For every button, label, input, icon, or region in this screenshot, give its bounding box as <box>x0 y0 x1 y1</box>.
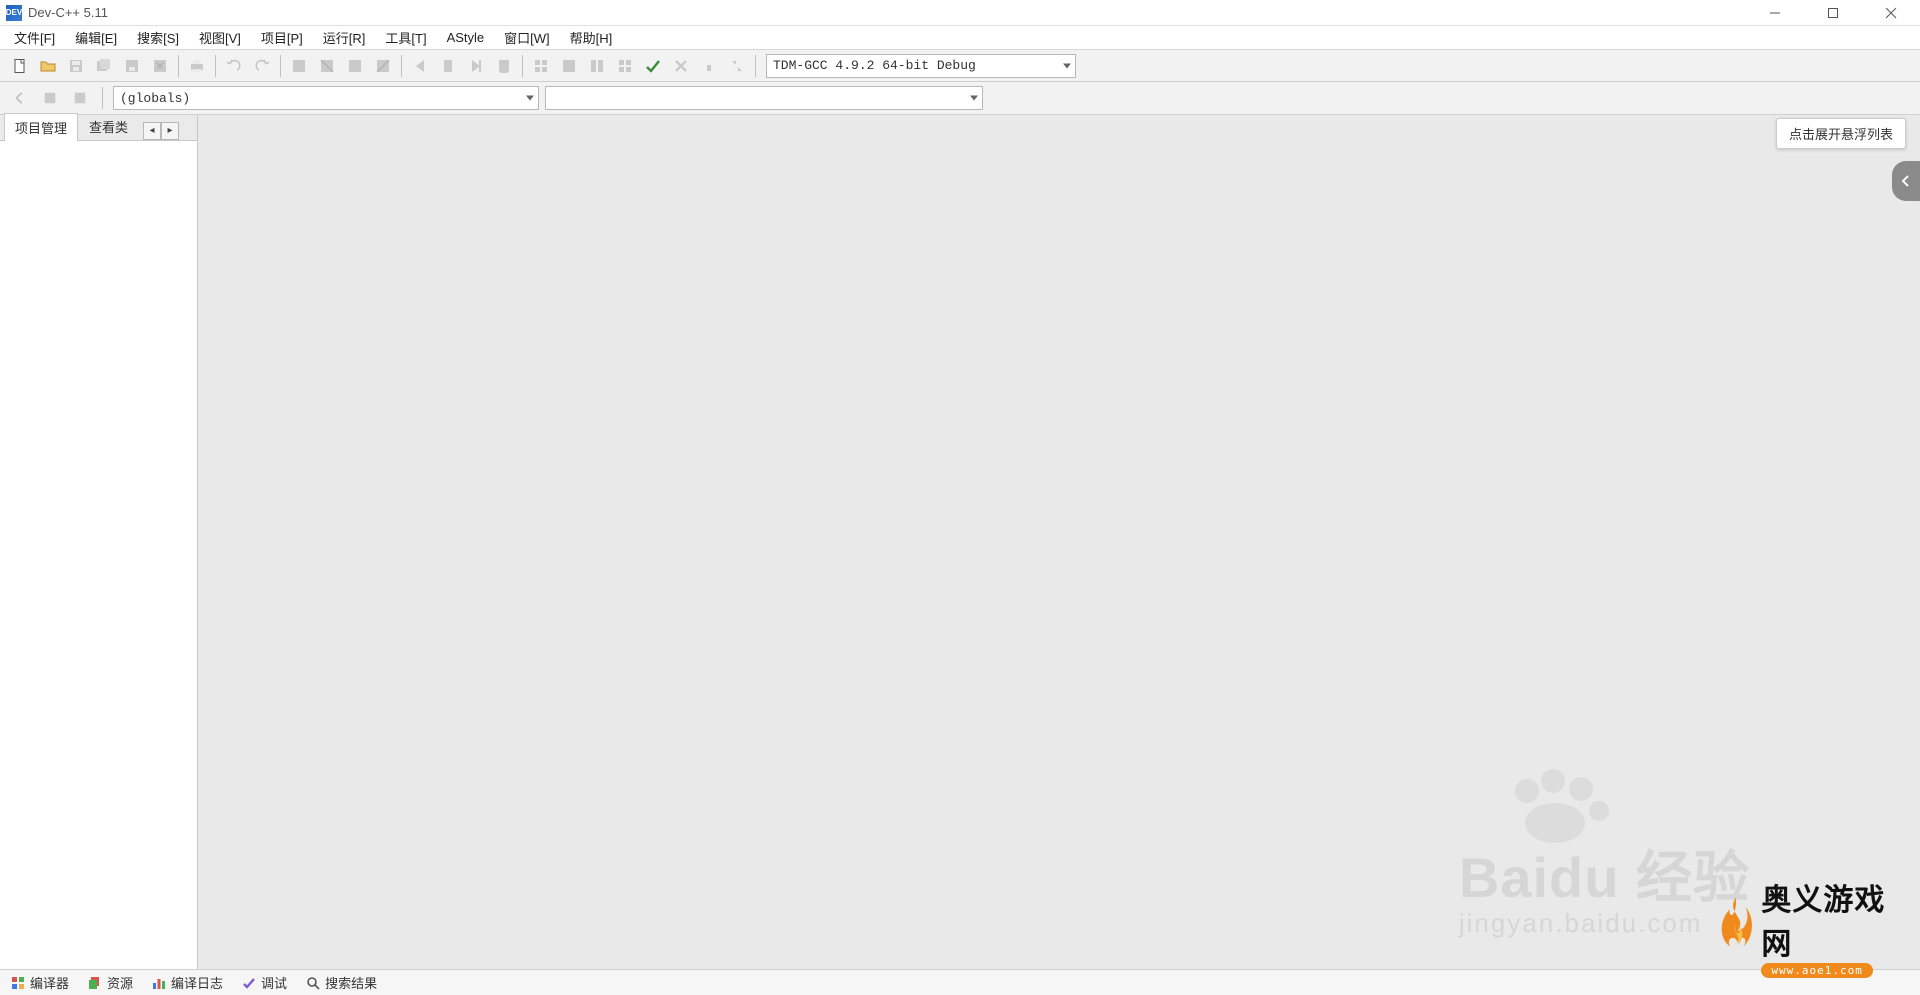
flame-icon <box>1716 895 1755 957</box>
tab-scroll-right-button[interactable]: ▸ <box>161 122 179 140</box>
compiler-combo-value: TDM-GCC 4.9.2 64-bit Debug <box>773 58 976 73</box>
print-button[interactable] <box>184 53 210 79</box>
profile-button[interactable] <box>696 53 722 79</box>
editor-area[interactable] <box>198 115 1920 969</box>
maximize-button[interactable] <box>1804 0 1862 26</box>
bar-chart-icon <box>151 975 166 990</box>
find-next-button[interactable] <box>342 53 368 79</box>
toolbar-separator <box>215 55 216 77</box>
bookmark-clear-button[interactable] <box>491 53 517 79</box>
minimize-button[interactable] <box>1746 0 1804 26</box>
compile-run-button[interactable] <box>584 53 610 79</box>
site-logo: 奥义游戏网 www.aoe1.com <box>1716 887 1914 965</box>
open-file-button[interactable] <box>35 53 61 79</box>
menu-help[interactable]: 帮助[H] <box>560 25 623 50</box>
toolbar-navigation: (globals) <box>0 82 1920 115</box>
status-tab-compiler[interactable]: 编译器 <box>6 971 73 994</box>
scope-combo-value: (globals) <box>120 91 190 106</box>
goto-line-button[interactable] <box>370 53 396 79</box>
bookmark-next-button[interactable] <box>463 53 489 79</box>
floating-hint-popup[interactable]: 点击展开悬浮列表 <box>1776 118 1906 149</box>
toolbar-separator <box>401 55 402 77</box>
toolbar-separator <box>522 55 523 77</box>
copy-icon <box>87 975 102 990</box>
menu-edit[interactable]: 编辑[E] <box>65 25 127 50</box>
toolbar-separator <box>102 87 103 109</box>
menu-run[interactable]: 运行[R] <box>313 25 376 50</box>
toolbar-separator <box>755 55 756 77</box>
tab-project-manager[interactable]: 项目管理 <box>4 113 78 141</box>
site-logo-cn: 奥义游戏网 <box>1761 875 1914 963</box>
bookmark-prev-button[interactable] <box>407 53 433 79</box>
chevron-down-icon <box>526 96 534 101</box>
find-button[interactable] <box>286 53 312 79</box>
check-icon <box>241 975 256 990</box>
tab-scroll-left-button[interactable]: ◂ <box>143 122 161 140</box>
scope-combo[interactable]: (globals) <box>113 86 539 110</box>
main-area: 项目管理 查看类 ◂ ▸ 点击展开悬浮列表 Baidu 经验 jingyan.b… <box>0 115 1920 969</box>
grid-icon <box>10 975 25 990</box>
status-tab-label: 调试 <box>261 973 287 992</box>
close-button[interactable] <box>1862 0 1920 26</box>
save-all-button[interactable] <box>91 53 117 79</box>
run-button[interactable] <box>556 53 582 79</box>
menubar: 文件[F] 编辑[E] 搜索[S] 视图[V] 项目[P] 运行[R] 工具[T… <box>0 26 1920 50</box>
menu-window[interactable]: 窗口[W] <box>494 25 560 50</box>
menu-view[interactable]: 视图[V] <box>189 25 251 50</box>
menu-tools[interactable]: 工具[T] <box>375 25 436 50</box>
status-tab-label: 编译器 <box>30 973 69 992</box>
bookmark-toggle-button[interactable] <box>435 53 461 79</box>
replace-button[interactable] <box>314 53 340 79</box>
clean-button[interactable] <box>724 53 750 79</box>
members-combo[interactable] <box>545 86 983 110</box>
window-controls <box>1746 0 1920 26</box>
rebuild-button[interactable] <box>612 53 638 79</box>
save-as-button[interactable] <box>119 53 145 79</box>
nav-new-button[interactable] <box>38 86 62 110</box>
toolbar-separator <box>280 55 281 77</box>
save-button[interactable] <box>63 53 89 79</box>
stop-button[interactable] <box>668 53 694 79</box>
titlebar: DEV Dev-C++ 5.11 <box>0 0 1920 26</box>
debug-button[interactable] <box>640 53 666 79</box>
tab-class-view[interactable]: 查看类 <box>78 112 139 140</box>
compiler-combo[interactable]: TDM-GCC 4.9.2 64-bit Debug <box>766 54 1076 78</box>
undo-button[interactable] <box>221 53 247 79</box>
status-tab-resources[interactable]: 资源 <box>83 971 137 994</box>
compile-button[interactable] <box>528 53 554 79</box>
toolbar-separator <box>178 55 179 77</box>
redo-button[interactable] <box>249 53 275 79</box>
menu-project[interactable]: 项目[P] <box>251 25 313 50</box>
status-tab-label: 资源 <box>107 973 133 992</box>
panel-tab-nav: ◂ ▸ <box>143 122 179 140</box>
status-tab-debug[interactable]: 调试 <box>237 971 291 994</box>
status-tabs: 编译器 资源 编译日志 调试 搜索结果 <box>0 969 1920 995</box>
site-logo-en: www.aoe1.com <box>1761 963 1872 978</box>
chevron-down-icon <box>970 96 978 101</box>
status-tab-search-results[interactable]: 搜索结果 <box>301 971 381 994</box>
menu-astyle[interactable]: AStyle <box>437 27 495 48</box>
left-panel: 项目管理 查看类 ◂ ▸ <box>0 115 198 969</box>
floating-panel-handle[interactable] <box>1892 161 1920 201</box>
close-file-button[interactable] <box>147 53 173 79</box>
window-title: Dev-C++ 5.11 <box>28 5 108 20</box>
new-file-button[interactable] <box>7 53 33 79</box>
toolbar-main: TDM-GCC 4.9.2 64-bit Debug <box>0 50 1920 82</box>
left-panel-tabs: 项目管理 查看类 ◂ ▸ <box>0 115 197 141</box>
status-tab-label: 搜索结果 <box>325 973 377 992</box>
nav-back-button[interactable] <box>8 86 32 110</box>
nav-forward-button[interactable] <box>68 86 92 110</box>
search-icon <box>305 975 320 990</box>
menu-search[interactable]: 搜索[S] <box>127 25 189 50</box>
status-tab-build-log[interactable]: 编译日志 <box>147 971 227 994</box>
status-tab-label: 编译日志 <box>171 973 223 992</box>
menu-file[interactable]: 文件[F] <box>4 25 65 50</box>
chevron-down-icon <box>1063 63 1071 68</box>
app-icon: DEV <box>6 5 22 21</box>
project-tree[interactable] <box>0 141 197 969</box>
